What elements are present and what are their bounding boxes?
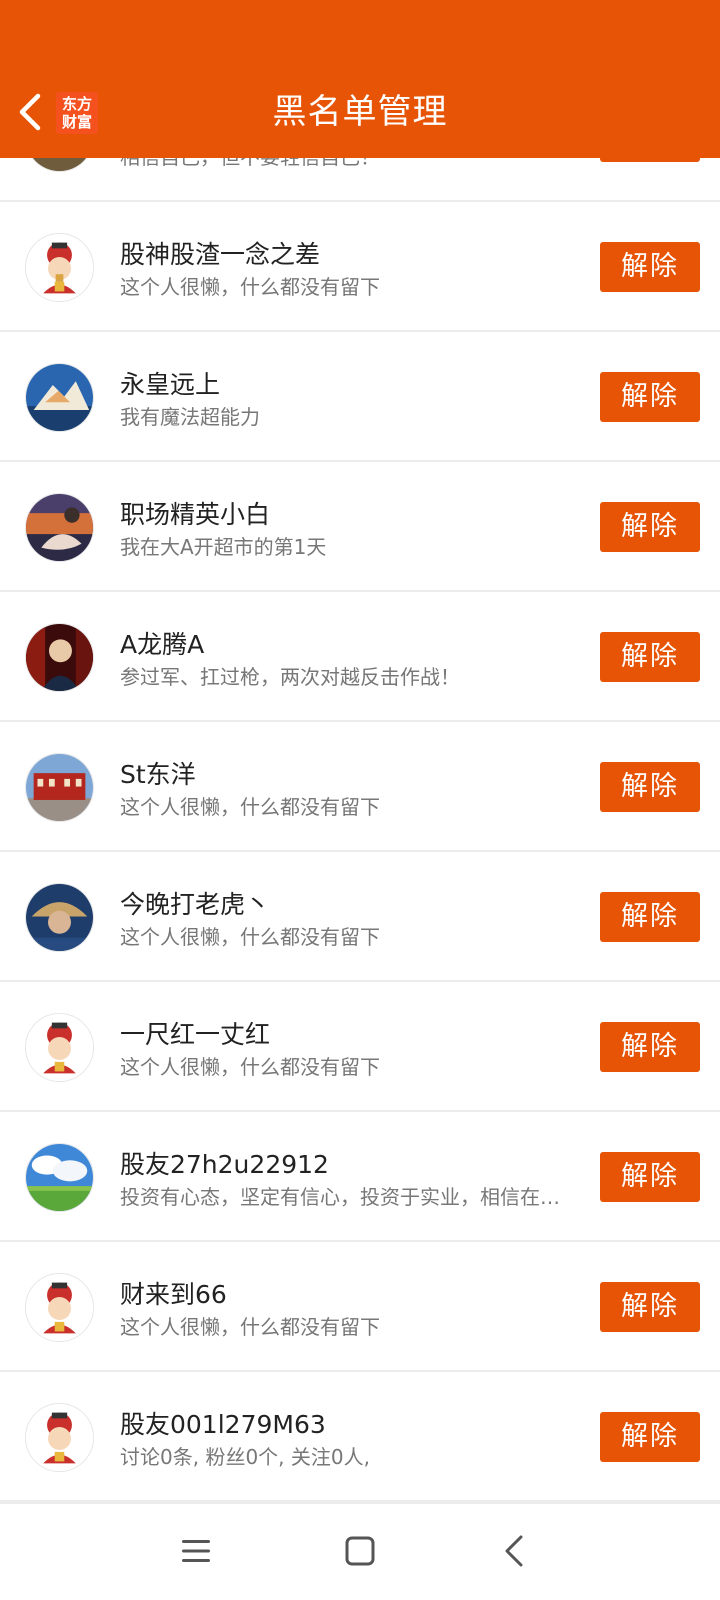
list-item: 永皇远上 我有魔法超能力 解除 <box>0 332 720 462</box>
user-name: 职场精英小白 <box>120 500 271 529</box>
unblock-button[interactable]: 解除 <box>600 1412 700 1462</box>
user-name: A龙腾A <box>120 630 205 659</box>
unblock-button[interactable]: 解除 <box>600 892 700 942</box>
page-title: 黑名单管理 <box>272 92 448 132</box>
user-bio: 我在大A开超市的第1天 <box>120 535 327 559</box>
home-button[interactable] <box>330 1526 390 1576</box>
user-name: St东洋 <box>120 760 196 789</box>
list-item: St东洋 这个人很懒，什么都没有留下 解除 <box>0 722 720 852</box>
unblock-button[interactable]: 解除 <box>600 762 700 812</box>
list-item: 今晚打老虎丶 这个人很懒，什么都没有留下 解除 <box>0 852 720 982</box>
screen: 相信自己，但不要轻信自己！ 解除 股神股渣一念之差 这个人很懒，什么都没有留下 … <box>0 0 720 1600</box>
user-name: 财来到66 <box>120 1280 227 1309</box>
list-item: 一尺红一丈红 这个人很懒，什么都没有留下 解除 <box>0 982 720 1112</box>
user-avatar[interactable] <box>25 1273 94 1342</box>
back-triangle-icon <box>505 1535 523 1567</box>
system-navbar <box>0 1502 720 1600</box>
user-name: 一尺红一丈红 <box>120 1020 271 1049</box>
list-item: A龙腾A 参过军、扛过枪，两次对越反击作战！ 解除 <box>0 592 720 722</box>
user-name: 今晚打老虎丶 <box>120 890 271 919</box>
user-name: 股友27h2u22912 <box>120 1150 329 1179</box>
user-name: 永皇远上 <box>120 370 221 399</box>
list-item: 股友27h2u22912 投资有心态，坚定有信心，投资于实业，相信在… 解除 <box>0 1112 720 1242</box>
user-bio: 这个人很懒，什么都没有留下 <box>120 795 380 819</box>
user-avatar[interactable] <box>25 623 94 692</box>
app-header: 东方 财富 黑名单管理 <box>0 0 720 158</box>
home-square-icon <box>345 1536 375 1566</box>
list-item: 财来到66 这个人很懒，什么都没有留下 解除 <box>0 1242 720 1372</box>
unblock-button[interactable]: 解除 <box>600 372 700 422</box>
user-avatar[interactable] <box>25 1013 94 1082</box>
user-bio: 讨论0条, 粉丝0个, 关注0人, <box>120 1445 370 1469</box>
user-bio: 这个人很懒，什么都没有留下 <box>120 1055 380 1079</box>
unblock-button[interactable]: 解除 <box>600 242 700 292</box>
unblock-button[interactable]: 解除 <box>600 502 700 552</box>
user-avatar[interactable] <box>25 1403 94 1472</box>
unblock-button[interactable]: 解除 <box>600 632 700 682</box>
user-avatar[interactable] <box>25 233 94 302</box>
system-back-button[interactable] <box>484 1526 544 1576</box>
unblock-button[interactable]: 解除 <box>600 1152 700 1202</box>
list-item: 股友001l279M63 讨论0条, 粉丝0个, 关注0人, 解除 <box>0 1372 720 1502</box>
menu-button[interactable] <box>166 1526 226 1576</box>
menu-icon <box>182 1540 210 1562</box>
user-name: 股神股渣一念之差 <box>120 240 321 269</box>
user-bio: 我有魔法超能力 <box>120 405 260 429</box>
user-bio: 这个人很懒，什么都没有留下 <box>120 1315 380 1339</box>
list-item: 股神股渣一念之差 这个人很懒，什么都没有留下 解除 <box>0 202 720 332</box>
user-name: 股友001l279M63 <box>120 1410 326 1439</box>
user-avatar[interactable] <box>25 363 94 432</box>
user-avatar[interactable] <box>25 753 94 822</box>
list-item: 职场精英小白 我在大A开超市的第1天 解除 <box>0 462 720 592</box>
unblock-button[interactable]: 解除 <box>600 1282 700 1332</box>
user-bio: 这个人很懒，什么都没有留下 <box>120 275 380 299</box>
user-bio: 参过军、扛过枪，两次对越反击作战！ <box>120 665 460 689</box>
user-avatar[interactable] <box>25 493 94 562</box>
unblock-button[interactable]: 解除 <box>600 1022 700 1072</box>
user-bio: 投资有心态，坚定有信心，投资于实业，相信在… <box>120 1185 560 1209</box>
user-bio: 这个人很懒，什么都没有留下 <box>120 925 380 949</box>
user-avatar[interactable] <box>25 1143 94 1212</box>
user-avatar[interactable] <box>25 883 94 952</box>
